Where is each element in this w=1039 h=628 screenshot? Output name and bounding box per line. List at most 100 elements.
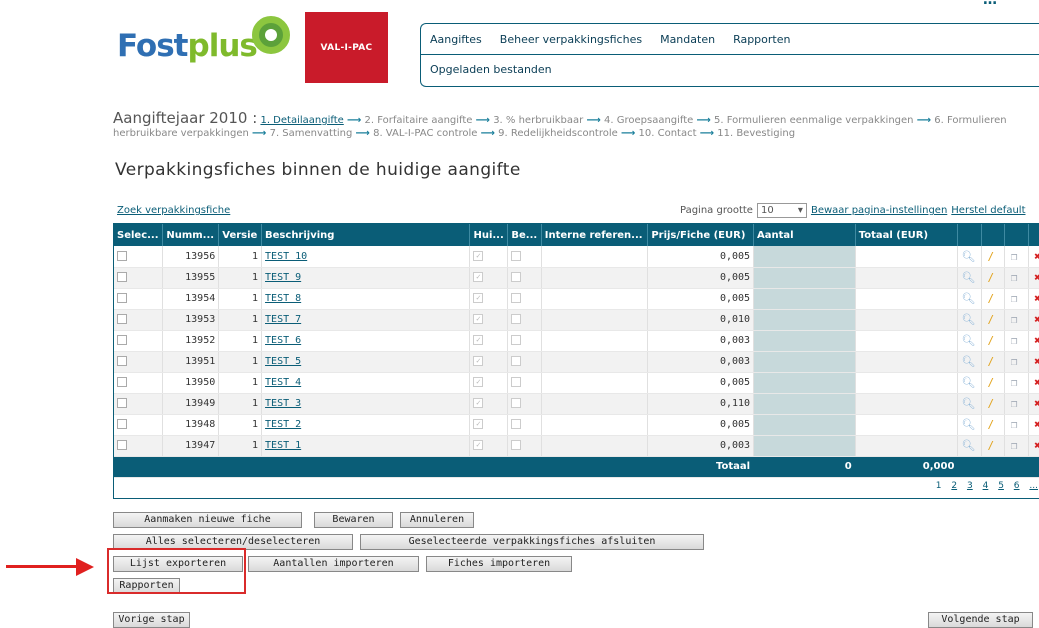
row-amount-input[interactable] bbox=[753, 393, 856, 415]
row-amount-input[interactable] bbox=[753, 309, 856, 331]
table-row[interactable]: 13956 1 TEST 10 ✓ 0,005 🔍︎ ∕ ❐ ✖ bbox=[114, 246, 1039, 268]
col-description[interactable]: Beschrijving bbox=[261, 224, 471, 246]
fiche-link[interactable]: TEST 7 bbox=[265, 314, 301, 325]
row-amount-input[interactable] bbox=[753, 351, 856, 373]
row-select-checkbox[interactable] bbox=[117, 419, 127, 429]
row-amount-input[interactable] bbox=[753, 267, 856, 289]
copy-icon[interactable]: ❐ bbox=[1008, 355, 1020, 368]
import-fiches-button[interactable]: Fiches importeren bbox=[426, 556, 572, 572]
search-fiche-link[interactable]: Zoek verpakkingsfiche bbox=[117, 205, 230, 216]
pencil-icon[interactable]: ∕ bbox=[985, 418, 997, 431]
magnifier-icon[interactable]: 🔍︎ bbox=[961, 439, 975, 452]
row-select-checkbox[interactable] bbox=[117, 272, 127, 282]
delete-icon[interactable]: ✖ bbox=[1032, 418, 1039, 431]
row-select-checkbox[interactable] bbox=[117, 250, 127, 261]
col-price[interactable]: Prijs/Fiche (EUR) bbox=[647, 224, 755, 246]
table-row[interactable]: 13952 1 TEST 6 ✓ 0,003 🔍︎ ∕ ❐ ✖ bbox=[114, 330, 1039, 352]
copy-icon[interactable]: ❐ bbox=[1008, 313, 1020, 326]
col-version[interactable]: Versie bbox=[218, 224, 263, 246]
pencil-icon[interactable]: ∕ bbox=[985, 271, 997, 284]
previous-step-button[interactable]: Vorige stap bbox=[113, 612, 190, 628]
page-size-select[interactable]: 10 ▾ bbox=[756, 203, 807, 218]
page-2-link[interactable]: 2 bbox=[951, 481, 957, 491]
row-amount-input[interactable] bbox=[753, 372, 856, 394]
row-amount-input[interactable] bbox=[753, 246, 856, 268]
page-3-link[interactable]: 3 bbox=[967, 481, 973, 491]
pencil-icon[interactable]: ∕ bbox=[985, 376, 997, 389]
fiche-link[interactable]: TEST 8 bbox=[265, 293, 301, 304]
magnifier-icon[interactable]: 🔍︎ bbox=[961, 376, 975, 389]
row-amount-input[interactable] bbox=[753, 414, 856, 436]
page-4-link[interactable]: 4 bbox=[983, 481, 989, 491]
fiche-link[interactable]: TEST 2 bbox=[265, 419, 301, 430]
pencil-icon[interactable]: ∕ bbox=[985, 439, 997, 452]
copy-icon[interactable]: ❐ bbox=[1008, 439, 1020, 452]
delete-icon[interactable]: ✖ bbox=[1032, 250, 1039, 263]
delete-icon[interactable]: ✖ bbox=[1032, 439, 1039, 452]
row-amount-input[interactable] bbox=[753, 330, 856, 352]
row-select-checkbox[interactable] bbox=[117, 335, 127, 345]
fiche-link[interactable]: TEST 9 bbox=[265, 272, 301, 283]
fiche-link[interactable]: TEST 3 bbox=[265, 398, 301, 409]
fiche-link[interactable]: TEST 5 bbox=[265, 356, 301, 367]
row-select-checkbox[interactable] bbox=[117, 356, 127, 366]
save-button[interactable]: Bewaren bbox=[314, 512, 393, 528]
delete-icon[interactable]: ✖ bbox=[1032, 334, 1039, 347]
copy-icon[interactable]: ❐ bbox=[1008, 334, 1020, 347]
nav-rapporten[interactable]: Rapporten bbox=[733, 33, 790, 46]
pencil-icon[interactable]: ∕ bbox=[985, 250, 997, 263]
row-select-checkbox[interactable] bbox=[117, 377, 127, 387]
table-row[interactable]: 13954 1 TEST 8 ✓ 0,005 🔍︎ ∕ ❐ ✖ bbox=[114, 288, 1039, 310]
row-select-checkbox[interactable] bbox=[117, 293, 127, 303]
table-row[interactable]: 13948 1 TEST 2 ✓ 0,005 🔍︎ ∕ ❐ ✖ bbox=[114, 414, 1039, 436]
delete-icon[interactable]: ✖ bbox=[1032, 292, 1039, 305]
import-amounts-button[interactable]: Aantallen importeren bbox=[248, 556, 419, 572]
delete-icon[interactable]: ✖ bbox=[1032, 313, 1039, 326]
table-row[interactable]: 13955 1 TEST 9 ✓ 0,005 🔍︎ ∕ ❐ ✖ bbox=[114, 267, 1039, 289]
table-row[interactable]: 13949 1 TEST 3 ✓ 0,110 🔍︎ ∕ ❐ ✖ bbox=[114, 393, 1039, 415]
reset-default-link[interactable]: Herstel default bbox=[951, 205, 1025, 216]
magnifier-icon[interactable]: 🔍︎ bbox=[961, 292, 975, 305]
copy-icon[interactable]: ❐ bbox=[1008, 418, 1020, 431]
magnifier-icon[interactable]: 🔍︎ bbox=[961, 271, 975, 284]
nav-aangiftes[interactable]: Aangiftes bbox=[430, 33, 482, 46]
magnifier-icon[interactable]: 🔍︎ bbox=[961, 418, 975, 431]
row-select-checkbox[interactable] bbox=[117, 440, 127, 450]
nav-mandaten[interactable]: Mandaten bbox=[660, 33, 715, 46]
pencil-icon[interactable]: ∕ bbox=[985, 292, 997, 305]
magnifier-icon[interactable]: 🔍︎ bbox=[961, 397, 975, 410]
page-6-link[interactable]: 6 bbox=[1014, 481, 1020, 491]
table-row[interactable]: 13953 1 TEST 7 ✓ 0,010 🔍︎ ∕ ❐ ✖ bbox=[114, 309, 1039, 331]
row-amount-input[interactable] bbox=[753, 288, 856, 310]
table-row[interactable]: 13951 1 TEST 5 ✓ 0,003 🔍︎ ∕ ❐ ✖ bbox=[114, 351, 1039, 373]
pencil-icon[interactable]: ∕ bbox=[985, 355, 997, 368]
fiche-link[interactable]: TEST 1 bbox=[265, 440, 301, 451]
pencil-icon[interactable]: ∕ bbox=[985, 334, 997, 347]
nav-opgeladen-bestanden[interactable]: Opgeladen bestanden bbox=[430, 63, 552, 76]
next-step-button[interactable]: Volgende stap bbox=[928, 612, 1033, 628]
delete-icon[interactable]: ✖ bbox=[1032, 271, 1039, 284]
magnifier-icon[interactable]: 🔍︎ bbox=[961, 313, 975, 326]
col-select[interactable]: Selec... bbox=[114, 224, 164, 246]
magnifier-icon[interactable]: 🔍︎ bbox=[961, 250, 975, 263]
close-selected-button[interactable]: Geselecteerde verpakkingsfiches afsluite… bbox=[360, 534, 704, 550]
nav-beheer-verpakkingsfiches[interactable]: Beheer verpakkingsfiches bbox=[500, 33, 642, 46]
copy-icon[interactable]: ❐ bbox=[1008, 292, 1020, 305]
col-amount[interactable]: Aantal bbox=[753, 224, 856, 246]
pencil-icon[interactable]: ∕ bbox=[985, 397, 997, 410]
row-amount-input[interactable] bbox=[753, 435, 856, 457]
cancel-button[interactable]: Annuleren bbox=[400, 512, 474, 528]
save-page-settings-link[interactable]: Bewaar pagina-instellingen bbox=[811, 205, 947, 216]
page-more-link[interactable]: ... bbox=[1029, 481, 1038, 491]
table-row[interactable]: 13947 1 TEST 1 ✓ 0,003 🔍︎ ∕ ❐ ✖ bbox=[114, 435, 1039, 457]
delete-icon[interactable]: ✖ bbox=[1032, 376, 1039, 389]
row-select-checkbox[interactable] bbox=[117, 398, 127, 408]
copy-icon[interactable]: ❐ bbox=[1008, 376, 1020, 389]
delete-icon[interactable]: ✖ bbox=[1032, 355, 1039, 368]
col-internal-ref[interactable]: Interne referen... bbox=[541, 224, 649, 246]
col-number[interactable]: Numm... bbox=[162, 224, 220, 246]
fiche-link[interactable]: TEST 10 bbox=[265, 251, 307, 262]
pencil-icon[interactable]: ∕ bbox=[985, 313, 997, 326]
copy-icon[interactable]: ❐ bbox=[1008, 271, 1020, 284]
col-hui[interactable]: Hui... bbox=[469, 224, 509, 246]
